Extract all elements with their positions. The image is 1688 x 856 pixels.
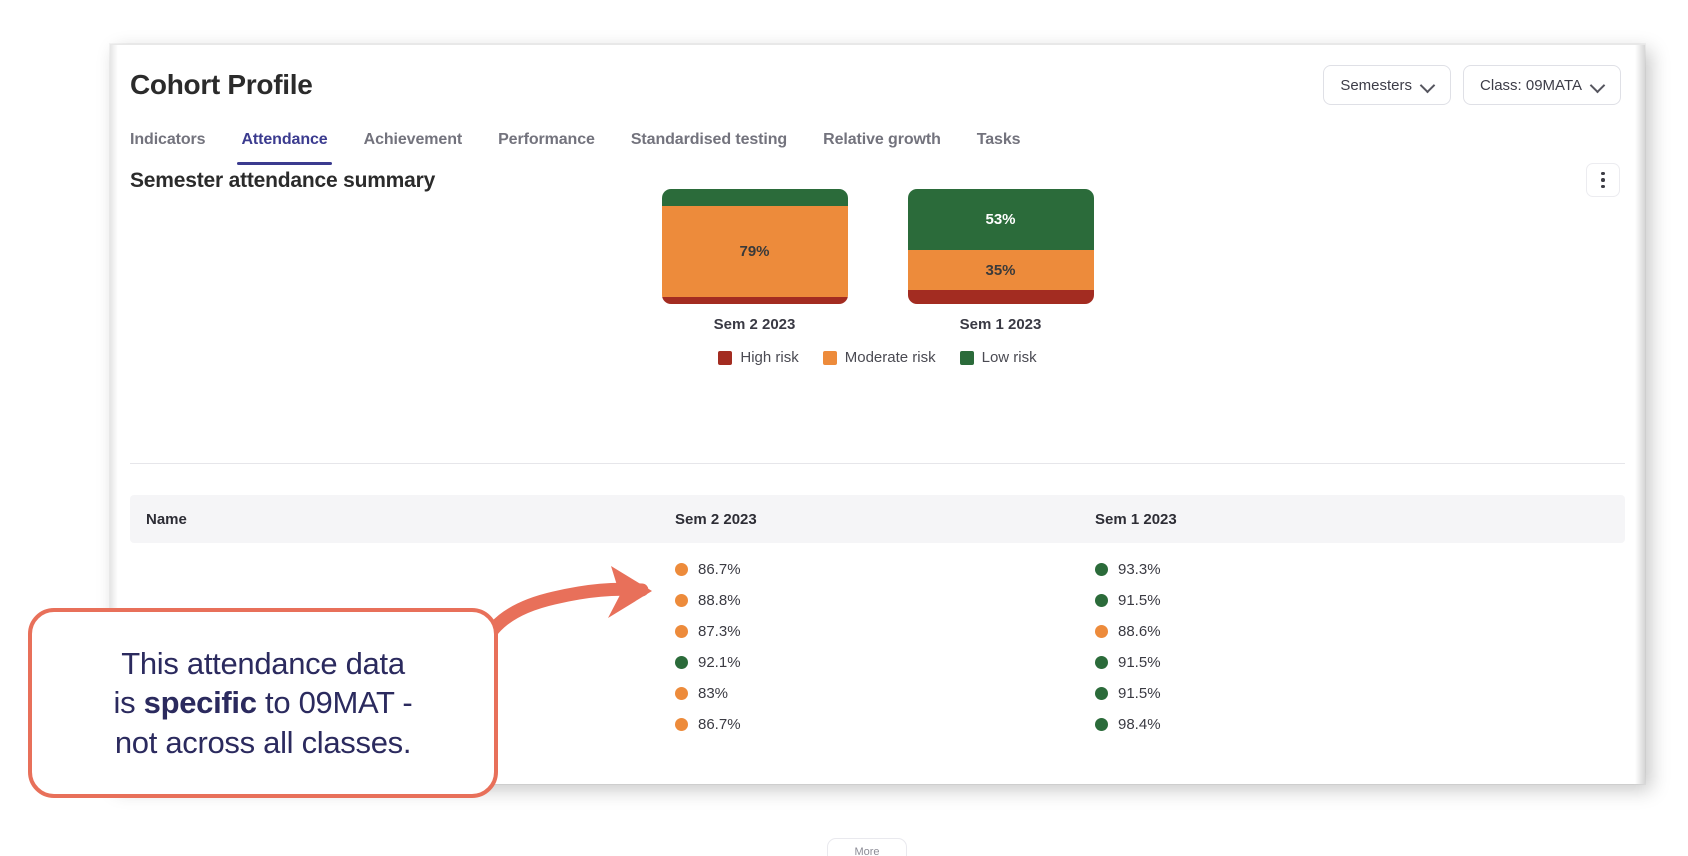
chevron-down-icon	[1592, 79, 1604, 91]
table-header-row: Name Sem 2 2023 Sem 1 2023	[130, 495, 1625, 543]
semesters-dropdown[interactable]: Semesters	[1323, 65, 1452, 105]
kebab-dot	[1601, 171, 1605, 176]
table-row[interactable]: 86.7% 93.3%	[130, 554, 1625, 585]
risk-dot-icon	[1095, 563, 1108, 576]
card-right-shadow	[1635, 45, 1645, 784]
cell-value: 86.7%	[698, 716, 741, 733]
class-dropdown[interactable]: Class: 09MATA	[1463, 65, 1621, 105]
cell-value: 98.4%	[1118, 716, 1161, 733]
risk-dot-icon	[1095, 687, 1108, 700]
tab-performance[interactable]: Performance	[498, 131, 595, 165]
annotation-arrow-icon	[480, 566, 652, 661]
cell-sem1: 93.3%	[1095, 561, 1515, 578]
callout-line-2-prefix: is	[113, 685, 144, 721]
column-header-name[interactable]: Name	[130, 511, 675, 528]
kebab-dot	[1601, 178, 1605, 182]
bar-segment-moderate-risk: 35%	[907, 250, 1094, 290]
bar-segment-moderate-risk: 79%	[661, 206, 848, 297]
cell-sem1: 91.5%	[1095, 685, 1515, 702]
risk-dot-icon	[1095, 718, 1108, 731]
attendance-stacked-bar-chart: 79% Sem 2 2023 53% 35% Sem 1 2023 High r…	[110, 189, 1645, 403]
cell-sem1: 91.5%	[1095, 654, 1515, 671]
chevron-down-icon	[1422, 79, 1434, 91]
callout-line-2-suffix: to 09MAT -	[256, 685, 413, 721]
cell-value: 93.3%	[1118, 561, 1161, 578]
legend-swatch-icon	[718, 350, 733, 365]
cell-value: 91.5%	[1118, 685, 1161, 702]
cell-value: 91.5%	[1118, 592, 1161, 609]
stacked-bar[interactable]: 53% 35%	[907, 189, 1094, 304]
legend-label: Moderate risk	[844, 349, 936, 366]
bar-segment-low-risk: 53%	[907, 189, 1094, 250]
cell-sem1: 88.6%	[1095, 623, 1515, 640]
class-dropdown-label: Class: 09MATA	[1480, 76, 1582, 94]
cell-value: 83%	[698, 685, 729, 702]
column-header-sem2[interactable]: Sem 2 2023	[675, 511, 1095, 528]
tab-tasks[interactable]: Tasks	[977, 131, 1021, 165]
cell-sem1: 98.4%	[1095, 716, 1515, 733]
kebab-dot	[1601, 184, 1605, 189]
bar-category-label: Sem 2 2023	[713, 316, 796, 333]
bar-segment-high-risk	[661, 297, 848, 304]
bar-category-label: Sem 1 2023	[959, 316, 1042, 333]
cell-sem2: 92.1%	[675, 654, 1095, 671]
bar-column-sem2-2023: 79% Sem 2 2023	[661, 189, 848, 333]
tab-attendance[interactable]: Attendance	[237, 131, 332, 165]
kebab-menu-icon[interactable]	[1586, 163, 1620, 197]
card-header: Cohort Profile Semesters Class: 09MATA	[110, 45, 1645, 115]
page-title: Cohort Profile	[130, 69, 313, 100]
legend-swatch-icon	[822, 350, 837, 365]
cell-value: 91.5%	[1118, 654, 1161, 671]
more-button[interactable]: More	[827, 838, 907, 856]
cell-sem1: 91.5%	[1095, 592, 1515, 609]
risk-dot-icon	[1095, 625, 1108, 638]
cell-sem2: 83%	[675, 685, 1095, 702]
legend-label: Low risk	[981, 349, 1037, 366]
legend-item-moderate-risk[interactable]: Moderate risk	[822, 349, 936, 366]
callout-emphasis: specific	[143, 685, 257, 721]
tab-achievement[interactable]: Achievement	[364, 131, 463, 165]
callout-line-3: not across all classes.	[114, 724, 412, 760]
bar-column-sem1-2023: 53% 35% Sem 1 2023	[907, 189, 1094, 333]
cell-sem2: 86.7%	[675, 561, 1095, 578]
cell-value: 87.3%	[698, 623, 741, 640]
cell-sem2: 88.8%	[675, 592, 1095, 609]
cell-value: 92.1%	[698, 654, 741, 671]
risk-dot-icon	[1095, 656, 1108, 669]
tab-relative-growth[interactable]: Relative growth	[823, 131, 941, 165]
annotation-callout: This attendance data is specific to 09MA…	[28, 608, 498, 798]
legend-item-low-risk[interactable]: Low risk	[959, 349, 1037, 366]
chart-bars: 79% Sem 2 2023 53% 35% Sem 1 2023	[110, 189, 1645, 333]
bar-segment-low-risk	[661, 189, 848, 206]
legend-label: High risk	[740, 349, 799, 366]
screenshot-root: Cohort Profile Semesters Class: 09MATA I…	[0, 0, 1688, 856]
annotation-callout-text: This attendance data is specific to 09MA…	[94, 644, 433, 762]
tab-standardised-testing[interactable]: Standardised testing	[631, 131, 787, 165]
legend-swatch-icon	[959, 350, 974, 365]
cell-value: 88.8%	[698, 592, 741, 609]
tab-bar: Indicators Attendance Achievement Perfor…	[130, 117, 1021, 165]
callout-line-1: This attendance data	[121, 645, 405, 681]
section-divider	[130, 463, 1625, 464]
cell-sem2: 86.7%	[675, 716, 1095, 733]
semesters-dropdown-label: Semesters	[1340, 76, 1413, 94]
legend-item-high-risk[interactable]: High risk	[718, 349, 799, 366]
column-header-sem1[interactable]: Sem 1 2023	[1095, 511, 1515, 528]
risk-dot-icon	[1095, 594, 1108, 607]
header-controls: Semesters Class: 09MATA	[1323, 65, 1621, 105]
bar-segment-high-risk	[907, 290, 1094, 304]
stacked-bar[interactable]: 79%	[661, 189, 848, 304]
section-heading: Semester attendance summary	[130, 169, 436, 192]
chart-legend: High risk Moderate risk Low risk	[110, 349, 1645, 366]
cell-value: 88.6%	[1118, 623, 1161, 640]
risk-dot-icon	[675, 718, 688, 731]
cell-sem2: 87.3%	[675, 623, 1095, 640]
risk-dot-icon	[675, 687, 688, 700]
cell-value: 86.7%	[698, 561, 741, 578]
tab-indicators[interactable]: Indicators	[130, 131, 206, 165]
